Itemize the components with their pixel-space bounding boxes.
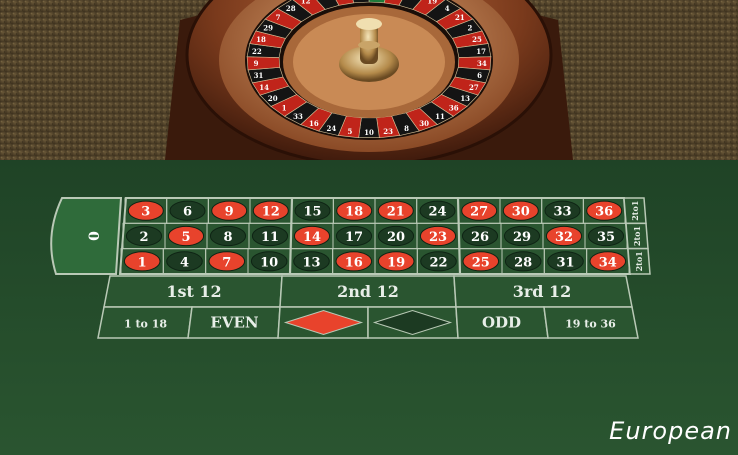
wheel-pocket-number: 7 xyxy=(276,13,281,22)
column-bet-label: 2to1 xyxy=(630,201,640,221)
outside-bet-spot[interactable]: 1 to 18 xyxy=(97,306,193,339)
dozen-bets: 1st 12 2nd 12 3rd 12 xyxy=(103,275,633,308)
wheel-pocket-number: 20 xyxy=(268,94,278,103)
number-label: 13 xyxy=(302,255,320,270)
number-label: 31 xyxy=(556,255,574,270)
dozen-bet-label: 3rd 12 xyxy=(513,282,572,301)
wheel-pocket-number: 28 xyxy=(286,4,296,13)
outside-bet-label: ODD xyxy=(482,314,521,332)
number-label: 14 xyxy=(303,230,321,245)
number-label: 16 xyxy=(345,255,363,270)
roulette-wheel[interactable]: 0321519421225173462713361130823105241633… xyxy=(165,0,573,167)
wheel-pocket-number: 24 xyxy=(327,124,337,133)
wheel-pocket-number: 10 xyxy=(364,128,374,137)
wheel-pocket-number: 23 xyxy=(383,127,393,136)
outside-bet-spot[interactable]: EVEN xyxy=(187,306,281,339)
number-label: 33 xyxy=(553,205,571,220)
outside-bet-spot[interactable]: ODD xyxy=(455,306,549,339)
wheel-pocket-number: 29 xyxy=(263,24,273,33)
column-bet-spot[interactable]: 2to1 xyxy=(625,222,649,250)
black-bet-spot[interactable] xyxy=(367,306,459,339)
wheel-pocket-number: 4 xyxy=(445,4,450,13)
outside-bet-label: 19 to 36 xyxy=(565,318,616,331)
number-label: 21 xyxy=(387,205,405,220)
number-label: 36 xyxy=(595,205,613,220)
wheel-pocket-number: 21 xyxy=(455,13,465,22)
wheel-pocket-number: 12 xyxy=(301,0,311,5)
wheel-pocket-number: 27 xyxy=(469,83,479,92)
wheel-pocket-number: 6 xyxy=(477,71,482,80)
column-bet-spot[interactable]: 2to1 xyxy=(627,247,651,275)
wheel-pocket-number: 16 xyxy=(309,119,319,128)
wheel-pocket-number: 30 xyxy=(419,119,429,128)
dozen-bet-spot[interactable]: 3rd 12 xyxy=(453,275,633,308)
number-label: 3 xyxy=(141,205,150,220)
wheel-pocket-number: 31 xyxy=(254,71,264,80)
dozen-bet-label: 1st 12 xyxy=(166,282,221,301)
number-label: 22 xyxy=(429,255,447,270)
roulette-scene: 0321519421225173462713361130823105241633… xyxy=(0,0,738,455)
wheel-pocket-number: 34 xyxy=(477,59,487,68)
wheel-pocket-number: 8 xyxy=(404,124,409,133)
wheel-pocket-number: 22 xyxy=(252,47,262,56)
number-label: 29 xyxy=(513,230,531,245)
number-label: 27 xyxy=(470,205,488,220)
number-label: 15 xyxy=(303,205,321,220)
wheel-pocket-number: 14 xyxy=(259,83,269,92)
number-label: 35 xyxy=(597,230,615,245)
outside-bet-label: EVEN xyxy=(210,314,259,332)
zero-label: 0 xyxy=(87,231,103,241)
column-bet-label: 2to1 xyxy=(632,226,642,246)
wheel-pocket-number: 36 xyxy=(449,104,459,113)
zero-bet-spot[interactable]: 0 xyxy=(50,197,123,275)
outside-bets: 1 to 18 EVEN ODD 19 to 36 xyxy=(97,306,639,339)
number-label: 18 xyxy=(345,205,363,220)
number-grid: 3 6 9 12 15 18 21 24 27 30 33 362 5 8 11 14 17 20 23 26 29 32… xyxy=(120,197,630,275)
wheel-pocket-number: 1 xyxy=(282,104,287,113)
number-label: 23 xyxy=(429,230,447,245)
wheel-pocket-number: 17 xyxy=(476,47,486,56)
number-label: 34 xyxy=(599,255,617,270)
number-label: 4 xyxy=(180,255,189,270)
column-bet-label: 2to1 xyxy=(634,251,644,271)
column-bet-spot[interactable]: 2to1 xyxy=(623,197,647,225)
number-label: 20 xyxy=(387,230,405,245)
wheel-pocket-number: 19 xyxy=(427,0,437,5)
number-label: 25 xyxy=(472,255,490,270)
number-label: 10 xyxy=(260,255,278,270)
number-label: 2 xyxy=(139,230,148,245)
red-bet-spot[interactable] xyxy=(277,306,369,339)
outside-bet-spot[interactable]: 19 to 36 xyxy=(543,306,639,339)
number-label: 5 xyxy=(181,230,190,245)
number-label: 11 xyxy=(261,230,279,245)
number-label: 8 xyxy=(223,230,232,245)
number-label: 24 xyxy=(428,205,446,220)
number-label: 7 xyxy=(222,255,231,270)
wheel-pocket-number: 9 xyxy=(254,59,259,68)
wheel-pocket-number: 2 xyxy=(467,24,472,33)
wheel-pocket-number: 5 xyxy=(347,127,352,136)
number-label: 32 xyxy=(555,230,573,245)
number-label: 9 xyxy=(225,205,234,220)
number-label: 26 xyxy=(471,230,489,245)
number-label: 19 xyxy=(387,255,405,270)
wheel-pocket-number: 13 xyxy=(460,94,470,103)
dozen-bet-spot[interactable]: 1st 12 xyxy=(103,275,283,308)
number-label: 30 xyxy=(512,205,530,220)
number-label: 28 xyxy=(514,255,532,270)
number-label: 1 xyxy=(138,255,147,270)
variant-label: European xyxy=(609,417,732,445)
betting-layout: 0 3 6 9 12 15 18 21 24 27 30 33 362 5 8 11 14 17 20 23 26 29… xyxy=(50,197,651,339)
dozen-bet-label: 2nd 12 xyxy=(337,282,399,301)
wheel-pocket-number: 33 xyxy=(293,112,303,121)
number-label: 12 xyxy=(262,205,280,220)
number-label: 17 xyxy=(345,230,363,245)
wheel-pocket xyxy=(246,56,281,71)
number-label: 6 xyxy=(183,205,192,220)
wheel-pocket-number: 25 xyxy=(472,35,482,44)
dozen-bet-spot[interactable]: 2nd 12 xyxy=(279,275,457,308)
outside-bet-label: 1 to 18 xyxy=(124,318,167,331)
wheel-pocket-number: 11 xyxy=(435,112,445,121)
wheel-pocket-number: 18 xyxy=(256,35,266,44)
